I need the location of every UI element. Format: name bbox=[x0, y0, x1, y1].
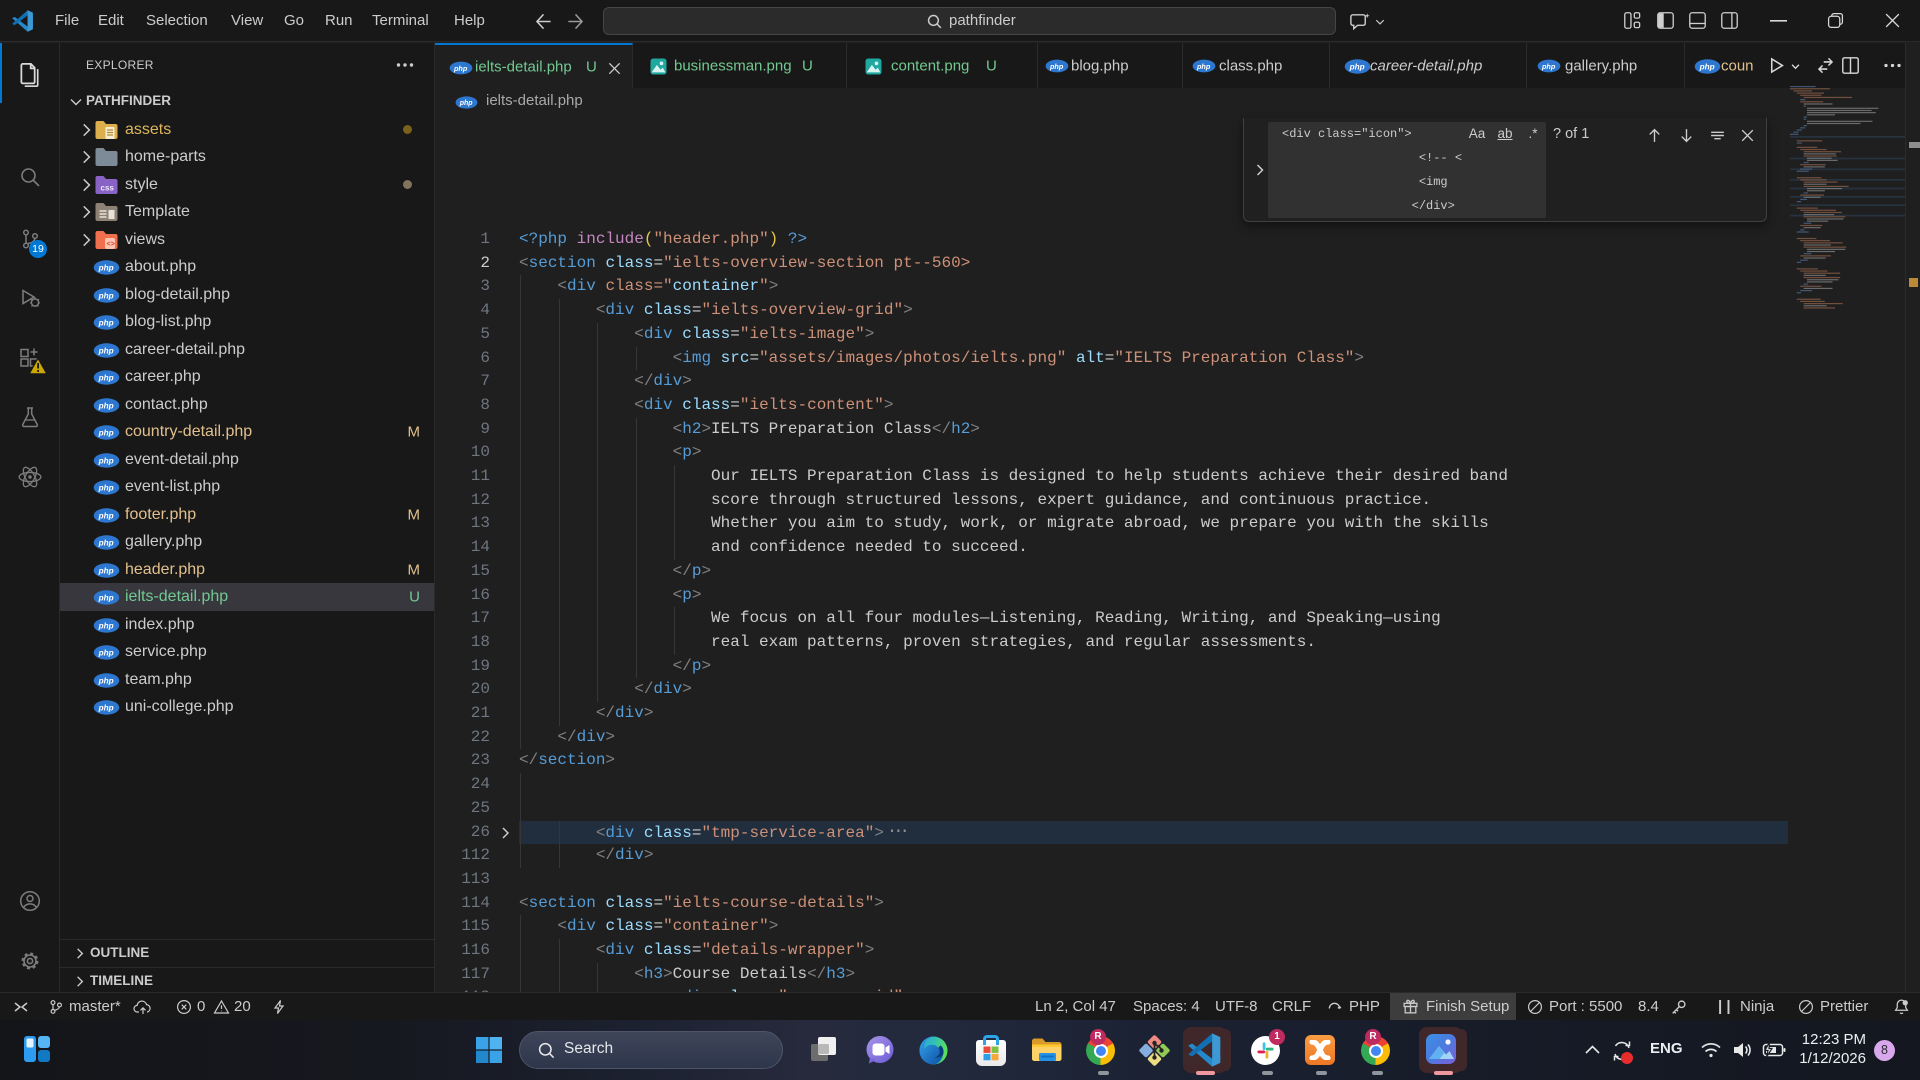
svg-text:php: php bbox=[1049, 62, 1064, 71]
svg-text:php: php bbox=[98, 291, 114, 300]
svg-text:php: php bbox=[98, 374, 114, 383]
svg-text:css: css bbox=[101, 183, 115, 192]
svg-text:php: php bbox=[98, 456, 114, 465]
svg-text:php: php bbox=[1699, 63, 1715, 72]
svg-text:php: php bbox=[98, 429, 114, 438]
svg-text:php: php bbox=[98, 539, 114, 548]
svg-text:php: php bbox=[453, 64, 468, 73]
svg-text:php: php bbox=[98, 594, 114, 603]
svg-text:php: php bbox=[98, 704, 114, 713]
svg-text:php: php bbox=[98, 676, 114, 685]
svg-text:php: php bbox=[98, 484, 114, 493]
svg-text:<>: <> bbox=[107, 241, 115, 249]
svg-text:php: php bbox=[459, 100, 474, 107]
svg-text:php: php bbox=[1196, 62, 1211, 71]
svg-text:php: php bbox=[1349, 63, 1365, 72]
svg-text:php: php bbox=[98, 649, 114, 658]
svg-text:php: php bbox=[98, 319, 114, 328]
svg-text:php: php bbox=[1541, 62, 1556, 71]
svg-text:php: php bbox=[98, 264, 114, 273]
svg-text:php: php bbox=[98, 566, 114, 575]
svg-text:php: php bbox=[98, 621, 114, 630]
svg-text:php: php bbox=[98, 511, 114, 520]
svg-text:php: php bbox=[98, 346, 114, 355]
svg-text:php: php bbox=[98, 401, 114, 410]
